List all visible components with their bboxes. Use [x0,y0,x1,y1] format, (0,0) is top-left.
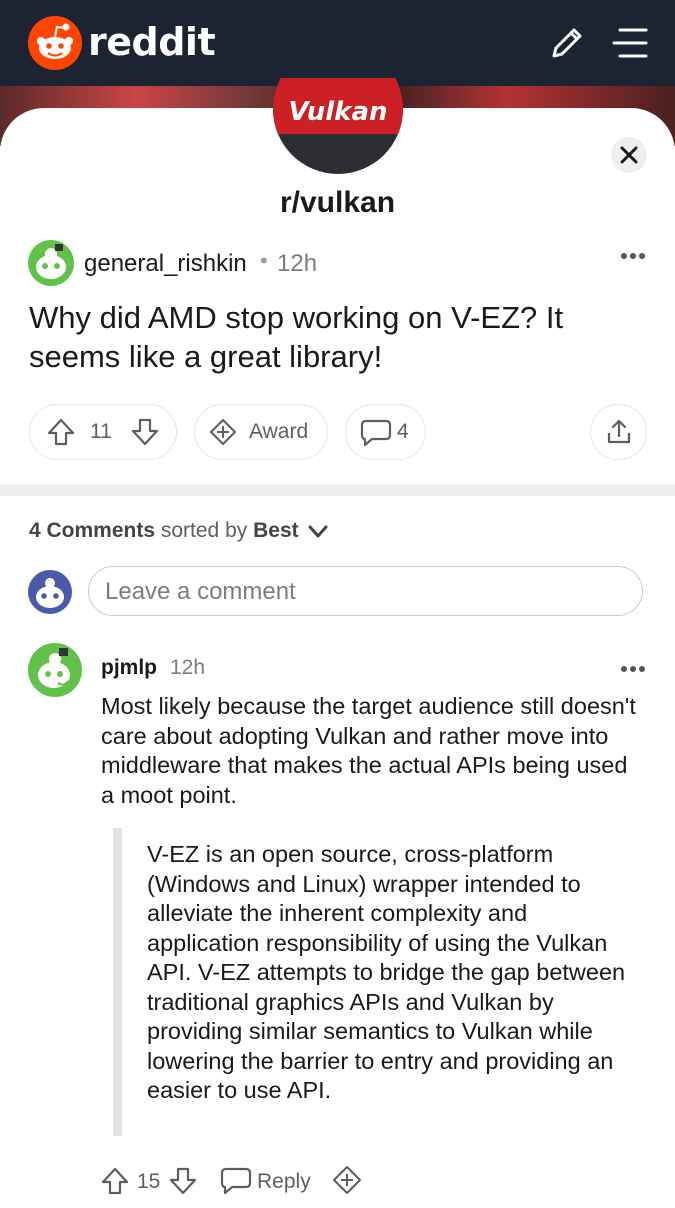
comment-count: 4 [397,420,409,443]
downvote-icon[interactable] [130,417,160,447]
comment-quote: V-EZ is an open source, cross-platform (… [147,841,626,1103]
close-button[interactable] [611,137,647,173]
comment-more-options-icon[interactable] [620,665,646,673]
app-name[interactable]: reddit [88,20,216,64]
comments-sort-header[interactable]: 4 Comments sorted by Best [29,519,299,543]
post-title[interactable]: Why did AMD stop working on V-EZ? It see… [29,298,649,376]
comment-body: Most likely because the target audience … [101,693,636,808]
reply-label: Reply [257,1170,311,1193]
post-vote-count: 11 [90,420,112,443]
separator-dot: • [260,248,268,273]
award-button[interactable]: Award [194,404,328,460]
comment-author-avatar[interactable] [28,643,82,697]
reply-icon [220,1167,252,1195]
section-divider [0,484,675,496]
comment-time: 12h [170,656,206,679]
comments-button[interactable]: 4 [345,404,426,460]
pencil-icon[interactable] [546,22,588,64]
close-icon [620,146,638,164]
share-button[interactable] [590,404,647,460]
comment-downvote-icon[interactable] [168,1166,198,1196]
comment-upvote-icon[interactable] [100,1166,130,1196]
comments-count-label: 4 Comments [29,519,156,542]
subreddit-name[interactable]: r/vulkan [0,186,675,220]
award-label: Award [249,420,309,443]
sort-value: Best [253,519,299,542]
comment-icon [360,419,392,447]
top-navigation-bar: reddit [0,0,675,86]
subreddit-avatar[interactable]: Vulkan [273,78,403,174]
quote-bar [113,828,122,1136]
post-author-avatar[interactable] [28,240,74,286]
comment-author[interactable]: pjmlp [101,656,157,680]
comment-vote-count: 15 [137,1170,161,1193]
menu-icon[interactable] [610,22,652,64]
chevron-down-icon[interactable] [308,524,328,540]
post-more-options-icon[interactable] [620,252,646,260]
sorted-by-label: sorted by [160,519,248,542]
post-time: 12h [277,250,318,277]
subreddit-logo-text: Vulkan [289,97,388,127]
post-vote-pill: 11 [29,404,177,460]
upvote-icon[interactable] [46,417,76,447]
reddit-logo-icon[interactable] [28,16,82,70]
current-user-avatar[interactable] [28,570,72,614]
comment-input[interactable]: Leave a comment [88,566,643,616]
post-author[interactable]: general_rishkin [84,250,247,278]
share-icon [607,419,631,444]
comment-award-icon[interactable] [332,1165,362,1195]
reply-button[interactable]: Reply [218,1162,328,1200]
award-icon [210,419,236,445]
